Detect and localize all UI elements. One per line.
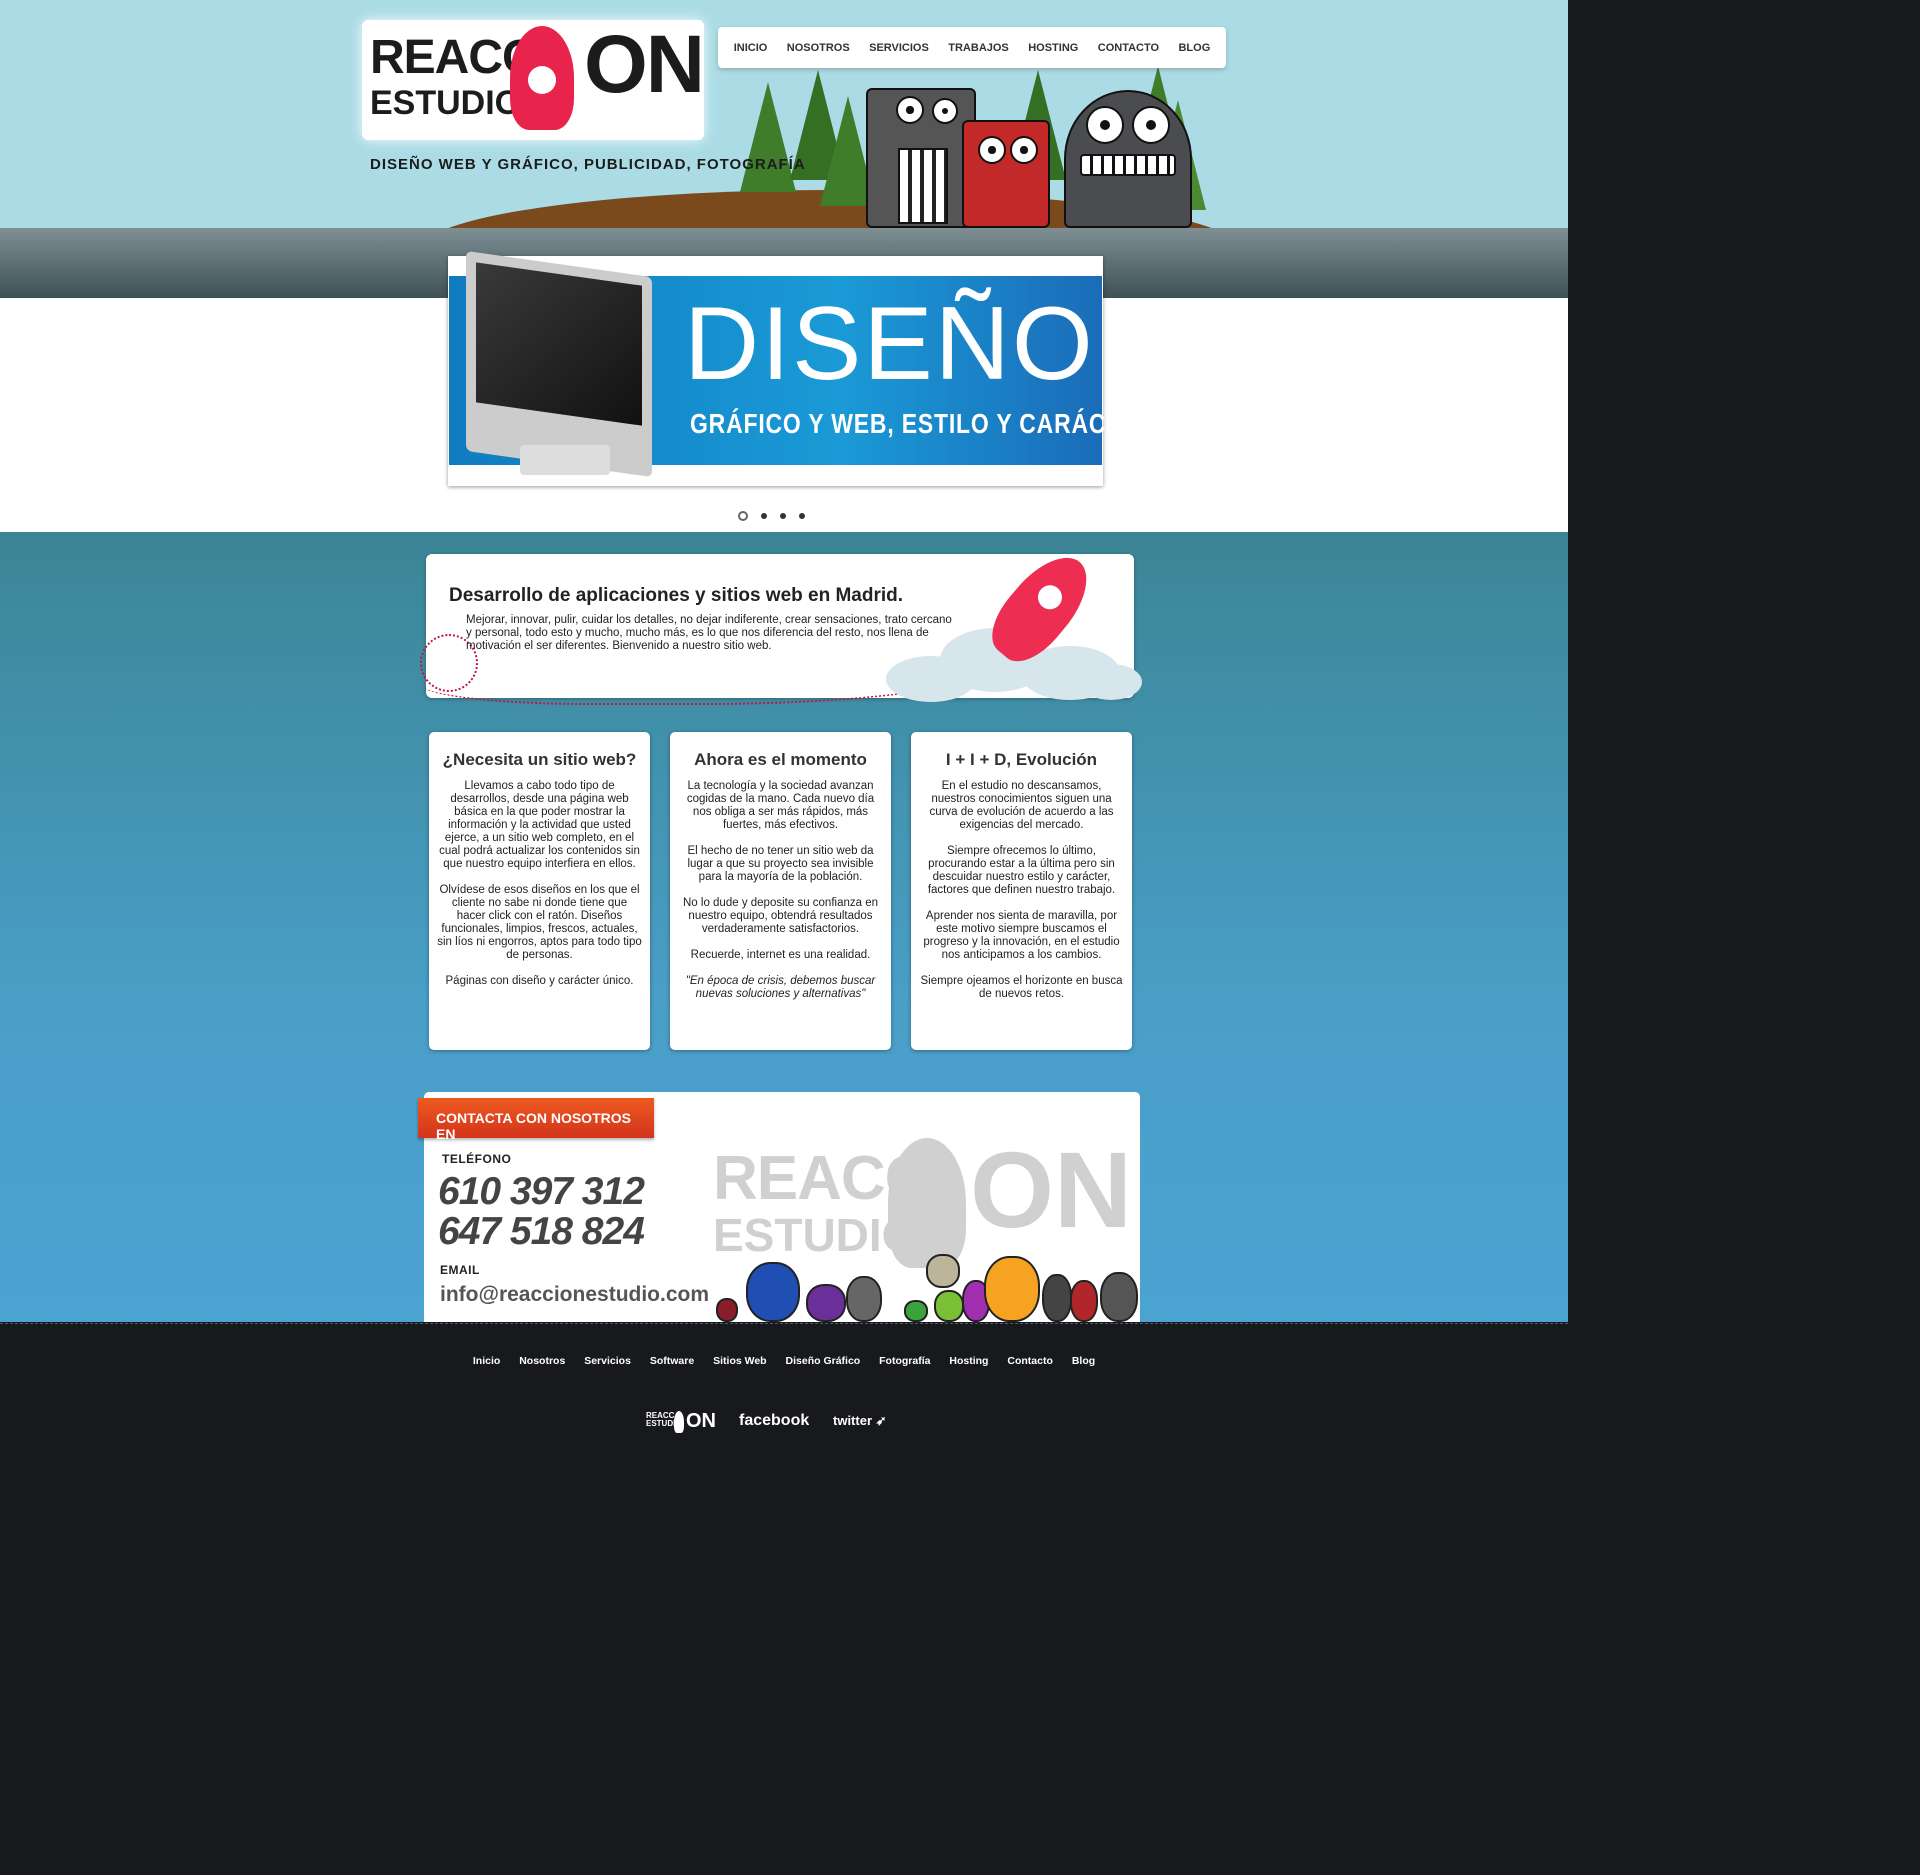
watermark-on: ON [970, 1129, 1132, 1250]
card-paragraph: El hecho de no tener un sitio web da lug… [687, 845, 874, 883]
robot-gray-illustration [866, 88, 976, 228]
monster-illustration [716, 1298, 738, 1322]
footer-link-servicios[interactable]: Servicios [584, 1355, 631, 1367]
email-link[interactable]: info@reaccionestudio.com [440, 1283, 709, 1307]
feature-card-sitio-web: ¿Necesita un sitio web? Llevamos a cabo … [429, 732, 650, 1050]
robot-dark-illustration [1064, 90, 1192, 228]
tree-illustration [740, 82, 796, 192]
robot-eye [1132, 106, 1170, 144]
twitter-bird-icon: ➶ [872, 1413, 887, 1428]
robot-eye [896, 96, 924, 124]
nav-item-servicios[interactable]: SERVICIOS [869, 42, 929, 54]
footer-divider [0, 1323, 1568, 1324]
card-paragraph: La tecnología y la sociedad avanzan cogi… [686, 780, 875, 831]
footer-link-hosting[interactable]: Hosting [949, 1355, 988, 1367]
watermark-rocket-icon [888, 1138, 966, 1268]
watermark-estudio: ESTUDIO [713, 1209, 918, 1261]
nav-item-blog[interactable]: BLOG [1178, 42, 1210, 54]
nav-item-contacto[interactable]: CONTACTO [1098, 42, 1159, 54]
footer-link-sitios-web[interactable]: Sitios Web [713, 1355, 766, 1367]
intro-text: Mejorar, innovar, pulir, cuidar los deta… [466, 614, 952, 652]
card-paragraph: Siempre ofrecemos lo último, procurando … [927, 845, 1116, 896]
robot-eye [1086, 106, 1124, 144]
phone-number-1[interactable]: 610 397 312 [438, 1172, 645, 1211]
rocket-icon [510, 26, 574, 130]
nav-item-inicio[interactable]: INICIO [734, 42, 768, 54]
email-label: EMAIL [440, 1263, 480, 1277]
footer-link-diseno-grafico[interactable]: Diseño Gráfico [786, 1355, 861, 1367]
monster-illustration [1070, 1280, 1098, 1322]
monster-illustration [1100, 1272, 1138, 1322]
monster-illustration [934, 1290, 964, 1322]
footer-link-nosotros[interactable]: Nosotros [519, 1355, 565, 1367]
contact-ribbon: CONTACTA CON NOSOTROS EN [418, 1098, 654, 1142]
twitter-label: twitter [833, 1413, 872, 1428]
card-quote: "En época de crisis, debemos buscar nuev… [685, 975, 876, 1000]
slider-pagination [738, 511, 805, 521]
robot-eye [978, 136, 1006, 164]
card-title: Ahora es el momento [694, 750, 867, 769]
cloud-illustration [1080, 664, 1142, 700]
card-paragraph: Llevamos a cabo todo tipo de desarrollos… [439, 780, 640, 870]
slider-dot-3[interactable] [780, 513, 786, 519]
monster-illustration [926, 1254, 960, 1288]
logo-text-estudio: ESTUDIO [370, 84, 522, 122]
monster-illustration [1042, 1274, 1072, 1322]
card-title: ¿Necesita un sitio web? [442, 750, 637, 769]
monster-illustration [846, 1276, 882, 1322]
monster-illustration [984, 1256, 1040, 1322]
phone-label: TELÉFONO [442, 1152, 512, 1166]
site-tagline: DISEÑO WEB Y GRÁFICO, PUBLICIDAD, FOTOGR… [370, 156, 806, 173]
footer-link-fotografia[interactable]: Fotografía [879, 1355, 930, 1367]
footer-link-blog[interactable]: Blog [1072, 1355, 1095, 1367]
main-nav: INICIO NOSOTROS SERVICIOS TRABAJOS HOSTI… [718, 27, 1226, 68]
logo-text-on: ON [584, 19, 705, 110]
card-title: I + I + D, Evolución [945, 750, 1098, 769]
robot-red-illustration [962, 120, 1050, 228]
monitor-illustration [466, 250, 652, 478]
nav-item-hosting[interactable]: HOSTING [1028, 42, 1078, 54]
card-paragraph: No lo dude y deposite su confianza en nu… [683, 897, 878, 935]
nav-item-trabajos[interactable]: TRABAJOS [948, 42, 1009, 54]
monitor-stand [520, 445, 610, 475]
robot-teeth [1080, 154, 1176, 176]
monster-illustration [904, 1300, 928, 1322]
feature-card-momento: Ahora es el momento La tecnología y la s… [670, 732, 891, 1050]
robot-eye [932, 98, 958, 124]
facebook-link[interactable]: facebook [739, 1412, 809, 1430]
feature-card-evolucion: I + I + D, Evolución En el estudio no de… [911, 732, 1132, 1050]
nav-item-nosotros[interactable]: NOSOTROS [787, 42, 850, 54]
phone-number-2[interactable]: 647 518 824 [438, 1212, 645, 1251]
footer-nav: Inicio Nosotros Servicios Software Sitio… [0, 1355, 1568, 1367]
monster-illustration [746, 1262, 800, 1322]
footer-link-contacto[interactable]: Contacto [1007, 1355, 1053, 1367]
robot-eye [1010, 136, 1038, 164]
robot-mouth [898, 148, 948, 224]
monster-illustration [806, 1284, 846, 1322]
card-paragraph: Siempre ojeamos el horizonte en busca de… [920, 975, 1123, 1000]
footer-link-software[interactable]: Software [650, 1355, 694, 1367]
slide-subtitle: GRÁFICO Y WEB, ESTILO Y CARÁCTER [690, 408, 1155, 439]
card-paragraph: Páginas con diseño y carácter único. [445, 975, 634, 987]
card-paragraph: Recuerde, internet es una realidad. [690, 949, 871, 961]
card-paragraph: En el estudio no descansamos, nuestros c… [929, 780, 1114, 831]
card-paragraph: Olvídese de esos diseños en los que el c… [437, 884, 642, 961]
card-paragraph: Aprender nos sienta de maravilla, por es… [923, 910, 1120, 961]
twitter-link[interactable]: twitter ➶ [833, 1413, 887, 1429]
slide-title: DISEÑO [684, 286, 1095, 402]
intro-title: Desarrollo de aplicaciones y sitios web … [449, 585, 904, 606]
slider-dot-4[interactable] [799, 513, 805, 519]
monitor-screen [476, 262, 642, 426]
slider-dot-1[interactable] [738, 511, 748, 521]
footer-rocket-icon [674, 1411, 684, 1433]
footer-link-inicio[interactable]: Inicio [473, 1355, 500, 1367]
slider-dot-2[interactable] [761, 513, 767, 519]
footer-logo-on: ON [686, 1410, 716, 1432]
